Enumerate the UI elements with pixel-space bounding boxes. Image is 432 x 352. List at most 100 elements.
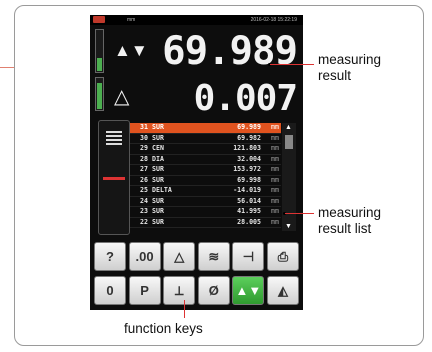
- preset-p-icon: P: [140, 283, 149, 298]
- result-unit: mm: [271, 144, 279, 152]
- help-key[interactable]: ?: [94, 242, 126, 271]
- result-type: SUR: [152, 133, 164, 142]
- probe-icon: ◭: [277, 282, 288, 298]
- left-connector-line: [0, 67, 14, 68]
- updown-icon: ▲▼: [235, 283, 262, 298]
- scroll-down-icon[interactable]: ▼: [285, 223, 292, 230]
- result-list-row[interactable]: 23 SUR 41.995 mm: [130, 207, 281, 218]
- minmax-icon: ⊣: [242, 248, 255, 264]
- result-unit: mm: [271, 133, 279, 142]
- function-key-row-2: 0 P ⟂ Ø ▲▼ ◭: [94, 276, 299, 306]
- result-list-row[interactable]: 26 SUR 69.998 mm: [130, 175, 281, 186]
- result-no: 25: [140, 186, 148, 194]
- result-list-row[interactable]: 28 DIA 32.004 mm: [130, 154, 281, 165]
- delta-value: 0.007: [193, 78, 298, 119]
- result-value: 69.989: [237, 123, 261, 131]
- function-key-row-1: ? .00 △ ≋ ⊣ ⎙: [94, 242, 299, 272]
- clear-icon[interactable]: [103, 177, 125, 180]
- result-value: 32.004: [237, 154, 261, 163]
- list-side-panel: [98, 120, 130, 235]
- result-list-row[interactable]: 27 SUR 153.972 mm: [130, 165, 281, 176]
- result-unit: mm: [271, 165, 279, 173]
- annotation-measuring-result-list: measuring result list: [318, 205, 382, 236]
- result-value: 121.803: [233, 144, 261, 152]
- measuring-result-list: 31 SUR 69.989 mm 30 SUR 69.982 mm 29 CEN 121.803 mm…: [130, 123, 281, 231]
- status-bar: mm 2016-02-18 15:22:19: [90, 15, 303, 25]
- result-no: 26: [140, 175, 148, 184]
- result-list-row[interactable]: 25 DELTA -14.019 mm: [130, 186, 281, 197]
- result-value: -14.019: [233, 186, 261, 194]
- delta-key[interactable]: △: [163, 242, 196, 271]
- result-unit: mm: [271, 123, 279, 131]
- result-no: 31: [140, 123, 148, 131]
- result-list-row[interactable]: 29 CEN 121.803 mm: [130, 144, 281, 155]
- result-no: 23: [140, 207, 148, 215]
- zero-key[interactable]: .00: [128, 242, 161, 271]
- lower-level-bar: [95, 77, 104, 111]
- result-value: 69.982: [237, 133, 261, 142]
- minmax-key[interactable]: ⊣: [232, 242, 265, 271]
- zero-icon: .00: [135, 249, 154, 264]
- status-unit: mm: [127, 17, 136, 23]
- diameter-key[interactable]: Ø: [197, 276, 230, 305]
- probe-key[interactable]: ◭: [266, 276, 299, 305]
- result-no: 28: [140, 154, 148, 163]
- delta-symbol: △: [114, 86, 130, 108]
- result-type: SUR: [152, 207, 164, 215]
- result-no: 29: [140, 144, 148, 152]
- height-gauge-display: mm 2016-02-18 15:22:19 ▲▼ 69.989 △ 0.007…: [90, 15, 303, 310]
- result-type: DIA: [152, 154, 164, 163]
- result-type: DELTA: [152, 186, 172, 194]
- result-value: 56.014: [237, 196, 261, 205]
- result-unit: mm: [271, 154, 279, 163]
- keys-pointer-line: [184, 300, 185, 318]
- scroll-thumb[interactable]: [285, 135, 293, 149]
- result-unit: mm: [271, 186, 279, 194]
- result-unit: mm: [271, 207, 279, 215]
- help-icon: ?: [106, 249, 114, 264]
- print-key[interactable]: ⎙: [266, 242, 299, 271]
- result-value: 41.995: [237, 207, 261, 215]
- updown-key[interactable]: ▲▼: [232, 276, 265, 305]
- scroll-up-icon[interactable]: ▲: [285, 124, 292, 131]
- result-unit: mm: [271, 196, 279, 205]
- upper-level-bar: [95, 29, 104, 73]
- preset-0-key[interactable]: 0: [94, 276, 126, 305]
- result-value: 153.972: [233, 165, 261, 173]
- measuring-result-value: 69.989: [162, 29, 298, 74]
- list-pointer-line: [285, 213, 314, 214]
- delta-icon: △: [174, 248, 185, 264]
- result-type: SUR: [152, 123, 164, 131]
- list-view-icon[interactable]: [106, 131, 122, 145]
- preset-0-icon: 0: [106, 283, 114, 298]
- mode-icon: ≋: [208, 248, 220, 264]
- print-icon: ⎙: [277, 248, 289, 264]
- annotation-measuring-result: measuring result: [318, 52, 382, 83]
- result-type: SUR: [152, 175, 164, 184]
- result-no: 30: [140, 133, 148, 142]
- angle-key[interactable]: ⟂: [163, 276, 196, 305]
- direction-symbol: ▲▼: [114, 41, 148, 60]
- result-no: 27: [140, 165, 148, 173]
- preset-p-key[interactable]: P: [128, 276, 161, 305]
- brand-logo-icon: [93, 16, 105, 23]
- annotation-function-keys: function keys: [124, 321, 203, 336]
- result-type: SUR: [152, 196, 164, 205]
- result-type: CEN: [152, 144, 164, 152]
- mode-key[interactable]: ≋: [197, 242, 230, 271]
- diameter-icon: Ø: [208, 283, 219, 298]
- result-no: 22: [140, 217, 148, 226]
- angle-icon: ⟂: [174, 282, 184, 298]
- result-type: SUR: [152, 217, 164, 226]
- result-unit: mm: [271, 175, 279, 184]
- result-pointer-line: [270, 64, 314, 65]
- result-list-row[interactable]: 22 SUR 28.005 mm: [130, 217, 281, 228]
- result-no: 24: [140, 196, 148, 205]
- status-datetime: 2016-02-18 15:22:19: [250, 17, 297, 23]
- result-list-row[interactable]: 31 SUR 69.989 mm: [130, 123, 281, 134]
- result-unit: mm: [271, 217, 279, 226]
- result-list-row[interactable]: 30 SUR 69.982 mm: [130, 133, 281, 144]
- result-value: 69.998: [237, 175, 261, 184]
- result-value: 28.005: [237, 217, 261, 226]
- result-list-row[interactable]: 24 SUR 56.014 mm: [130, 196, 281, 207]
